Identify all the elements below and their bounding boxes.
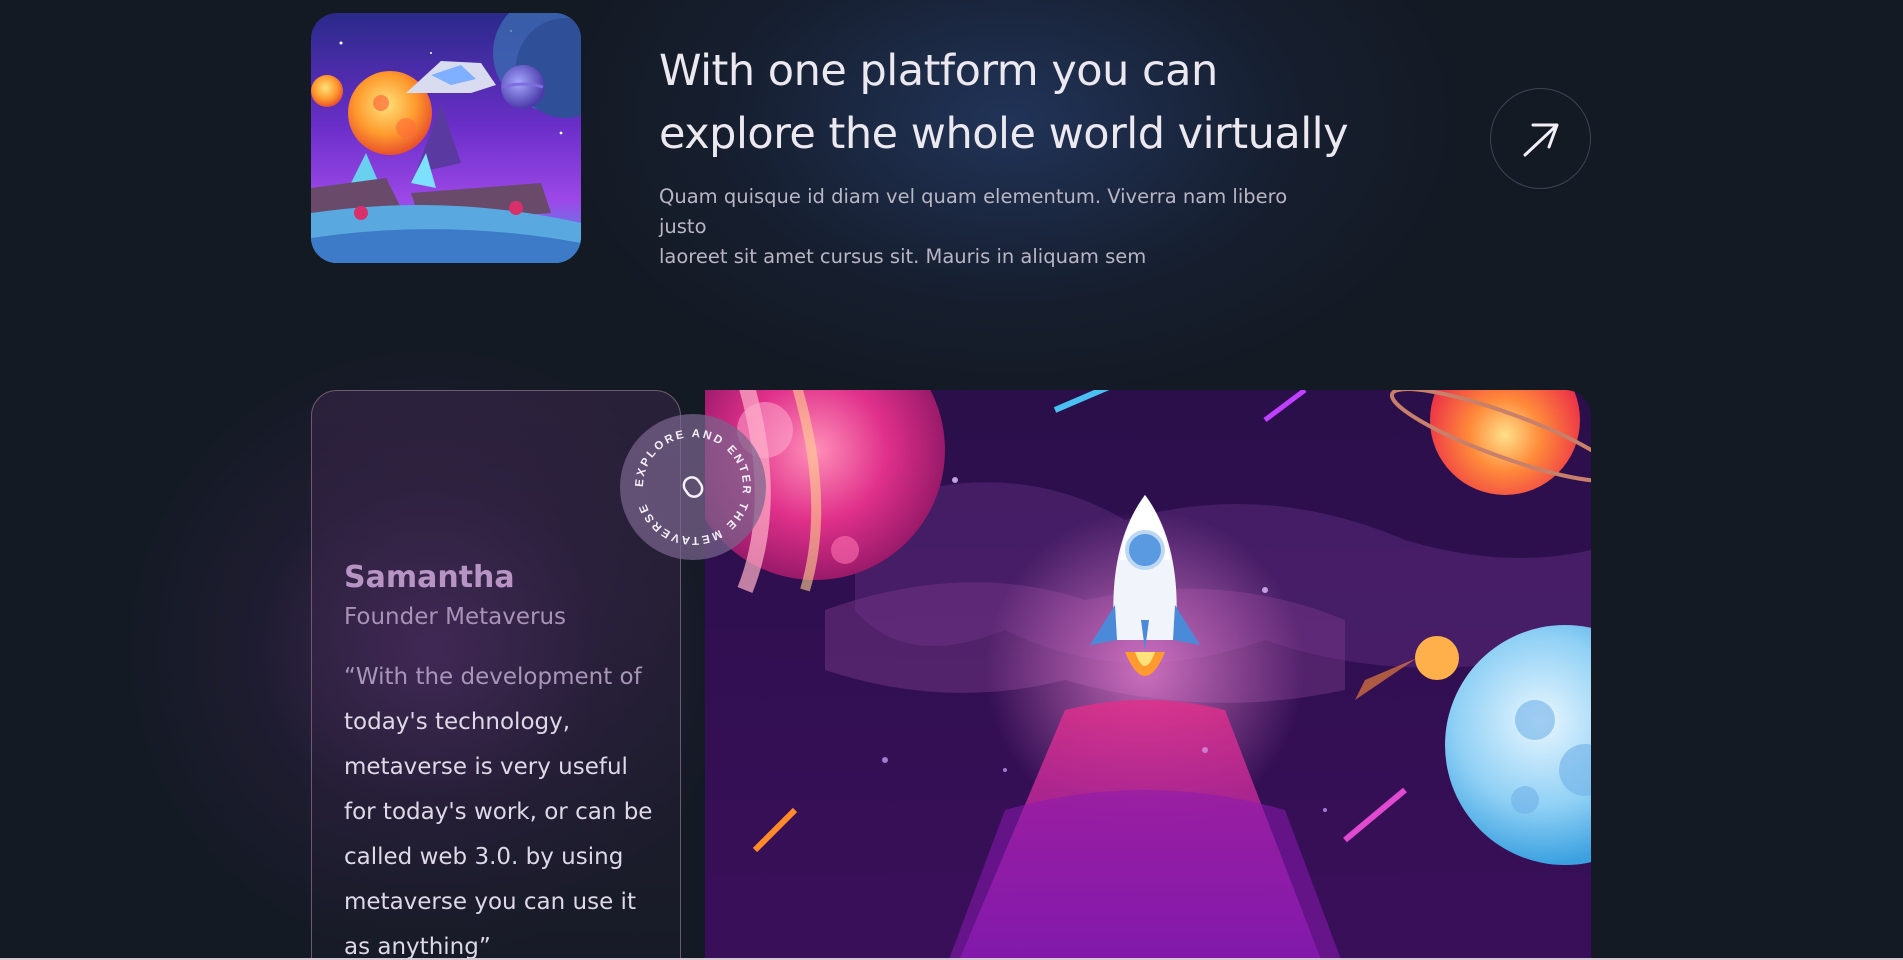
badge-text: EXPLORE AND ENTER THE METAVERSE (634, 428, 752, 546)
quote-line: “With the development of (344, 664, 642, 690)
feature-description: Quam quisque id diam vel quam elementum.… (659, 182, 1339, 272)
hero-illustration (705, 390, 1591, 960)
quote-line: today's technology, (344, 709, 571, 735)
space-game-illustration (311, 13, 581, 263)
feature-thumbnail (311, 13, 581, 263)
rocket-launch-illustration (705, 390, 1591, 960)
quote-line: metaverse is very useful (344, 754, 628, 780)
quote-line: as anything” (344, 934, 491, 960)
feature-description-line-1: Quam quisque id diam vel quam elementum.… (659, 185, 1288, 238)
badge-graphic: EXPLORE AND ENTER THE METAVERSE (634, 428, 752, 546)
chain-link-icon (682, 476, 704, 498)
quote-line: metaverse you can use it (344, 889, 636, 915)
arrow-up-right-icon (1523, 123, 1558, 156)
testimonial-name: Samantha (344, 560, 515, 595)
feature-title-line-2: explore the whole world virtually (659, 109, 1349, 159)
feature-title-line-1: With one platform you can (659, 46, 1218, 96)
explore-arrow-button[interactable] (1490, 88, 1591, 189)
feature-description-line-2: laoreet sit amet cursus sit. Mauris in a… (659, 245, 1147, 268)
explore-metaverse-badge[interactable]: EXPLORE AND ENTER THE METAVERSE (620, 414, 766, 560)
quote-line: called web 3.0. by using (344, 844, 624, 870)
testimonial-role: Founder Metaverus (344, 604, 567, 630)
quote-line: for today's work, or can be (344, 799, 653, 825)
testimonial-quote: “With the development of today's technol… (344, 655, 664, 960)
feature-title: With one platform you can explore the wh… (659, 40, 1379, 166)
